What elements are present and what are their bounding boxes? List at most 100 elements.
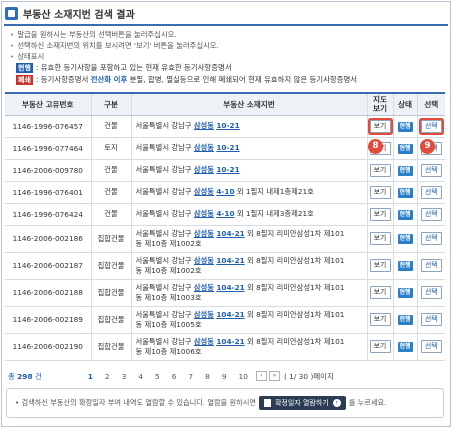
table-row: 1146-2006-002188 집합건물 서울특별시 강남구 삼성동 104-21… [5, 279, 445, 307]
select-button[interactable]: 선택 [420, 232, 442, 245]
address-link[interactable]: 삼성동 [194, 337, 214, 346]
legend-closed: 폐쇄: 등기사항증명서 전산화 이후 분필, 합병, 멸실등으로 인해 폐쇄되어… [16, 75, 358, 85]
cell-type: 건물 [90, 159, 131, 182]
next-page-icon[interactable]: › [255, 371, 267, 381]
view-map-button[interactable]: 보기 [369, 119, 391, 133]
lot-link[interactable]: 4-10 [216, 209, 234, 218]
step-9-marker: 9 [420, 139, 435, 154]
table-row: 1146-1996-076401 건물 서울특별시 강남구 삼성동 4-10 외 1… [5, 181, 445, 204]
cell-type: 집합건물 [90, 279, 131, 307]
select-button[interactable]: 선택 [420, 313, 442, 326]
address-link[interactable]: 삼성동 [194, 121, 214, 130]
lot-link[interactable]: 104-21 [216, 337, 244, 346]
document-icon [5, 6, 18, 20]
select-button[interactable]: 선택 [420, 119, 442, 133]
header-map: 지도 보기 [366, 92, 393, 116]
lot-link[interactable]: 4-10 [216, 187, 234, 196]
table-row: 1146-2006-002190 집합건물 서울특별시 강남구 삼성동 104-21… [5, 333, 445, 361]
cell-state: 현행 [392, 225, 417, 253]
lot-link[interactable]: 10-21 [216, 121, 239, 130]
page-link[interactable]: 1 [88, 372, 93, 381]
view-map-button[interactable]: 보기 [369, 259, 391, 272]
cell-type: 토지 [90, 137, 131, 160]
cell-id: 1146-1996-077464 [5, 137, 91, 160]
cell-id: 1146-2006-002186 [5, 225, 91, 253]
status-badge: 현행 [397, 165, 413, 176]
cell-select: 선택 [416, 306, 445, 334]
cell-id: 1146-2006-009780 [5, 159, 91, 182]
cell-map: 보기 [366, 159, 393, 182]
status-badge: 현행 [397, 143, 413, 154]
lot-link[interactable]: 104-21 [216, 283, 244, 292]
page-link[interactable]: 8 [205, 372, 210, 381]
page-link[interactable]: 10 [239, 372, 248, 381]
cell-select: 선택 [416, 203, 445, 226]
lot-link[interactable]: 104-21 [216, 310, 244, 319]
select-button[interactable]: 선택 [420, 185, 442, 199]
page-list: 1 2 3 4 5 6 7 8 9 10 [82, 372, 254, 381]
view-map-button[interactable]: 보기 [369, 286, 391, 299]
page-link[interactable]: 2 [105, 372, 110, 381]
closed-tag: 폐쇄 [16, 75, 33, 85]
cell-address: 서울특별시 강남구 삼성동 10-21 [130, 115, 367, 138]
lot-link[interactable]: 104-21 [216, 229, 244, 238]
cell-state: 현행 [392, 115, 417, 138]
cell-type: 건물 [90, 203, 131, 226]
page-link[interactable]: 4 [138, 372, 143, 381]
cell-state: 현행 [392, 181, 417, 204]
address-link[interactable]: 삼성동 [194, 143, 214, 152]
cell-id: 1146-1996-076424 [5, 203, 91, 226]
cell-type: 집합건물 [90, 225, 131, 253]
view-map-button[interactable]: 보기 [369, 185, 391, 199]
cell-select: 선택 [416, 159, 445, 182]
header-type: 구분 [90, 92, 131, 116]
cell-select: 선택 [416, 225, 445, 253]
header-address: 부동산 소재지번 [130, 92, 367, 116]
lot-link[interactable]: 10-21 [216, 143, 239, 152]
cell-address: 서울특별시 강남구 삼성동 4-10 외 1필지 내제3층제21호 [130, 203, 367, 226]
view-map-button[interactable]: 보기 [369, 207, 391, 221]
cell-state: 현행 [392, 306, 417, 334]
address-link[interactable]: 삼성동 [194, 209, 214, 218]
page-link[interactable]: 9 [222, 372, 227, 381]
address-link[interactable]: 삼성동 [194, 310, 214, 319]
address-link[interactable]: 삼성동 [194, 283, 214, 292]
note-item: • 상태표시 [10, 52, 45, 61]
cell-map: 보기 [366, 203, 393, 226]
address-link[interactable]: 삼성동 [194, 256, 214, 265]
view-map-button[interactable]: 보기 [369, 340, 391, 353]
page-info: ( 1/ 30 )페이지 [283, 371, 334, 381]
lot-link[interactable]: 104-21 [216, 256, 244, 265]
select-button[interactable]: 선택 [420, 259, 442, 272]
pagination: 총 298 건 1 2 3 4 5 6 7 8 9 10 › » ( 1/ 30 )페이지 [8, 370, 438, 382]
footer-text: • 검색하신 부동산의 확정일자 부여 내역도 열람할 수 있습니다. 열람을 … [15, 398, 256, 407]
select-button[interactable]: 선택 [420, 207, 442, 221]
address-link[interactable]: 삼성동 [194, 165, 214, 174]
select-button[interactable]: 선택 [420, 340, 442, 353]
cell-address: 서울특별시 강남구 삼성동 104-21 외 8필지 리미안삼성1차 제101 동… [130, 306, 367, 334]
cell-address: 서울특별시 강남구 삼성동 104-21 외 8필지 리미안삼성1차 제101 동… [130, 252, 367, 280]
footer-text-after: 를 누르세요. [348, 398, 387, 407]
status-badge: 현행 [397, 187, 413, 198]
view-map-button[interactable]: 보기 [369, 232, 391, 245]
view-map-button[interactable]: 보기 [369, 313, 391, 326]
cell-type: 집합건물 [90, 333, 131, 361]
cell-map: 보기 [366, 252, 393, 280]
select-button[interactable]: 선택 [420, 163, 442, 177]
table-header: 부동산 고유번호 구분 부동산 소재지번 지도 보기 상태 선택 [5, 92, 445, 116]
view-fixed-date-button[interactable]: 확정일자 열람하기 › [258, 396, 346, 410]
last-page-icon[interactable]: » [268, 371, 280, 381]
page-link[interactable]: 5 [155, 372, 160, 381]
lot-link[interactable]: 10-21 [216, 165, 239, 174]
page-link[interactable]: 3 [122, 372, 127, 381]
address-link[interactable]: 삼성동 [194, 187, 214, 196]
cell-id: 1146-2006-002188 [5, 279, 91, 307]
select-button[interactable]: 선택 [420, 286, 442, 299]
page-link[interactable]: 7 [188, 372, 193, 381]
cell-address: 서울특별시 강남구 삼성동 10-21 [130, 159, 367, 182]
page-link[interactable]: 6 [172, 372, 177, 381]
address-link[interactable]: 삼성동 [194, 229, 214, 238]
cell-type: 집합건물 [90, 252, 131, 280]
table-row: 1146-2006-002189 집합건물 서울특별시 강남구 삼성동 104-21… [5, 306, 445, 334]
view-map-button[interactable]: 보기 [369, 163, 391, 177]
